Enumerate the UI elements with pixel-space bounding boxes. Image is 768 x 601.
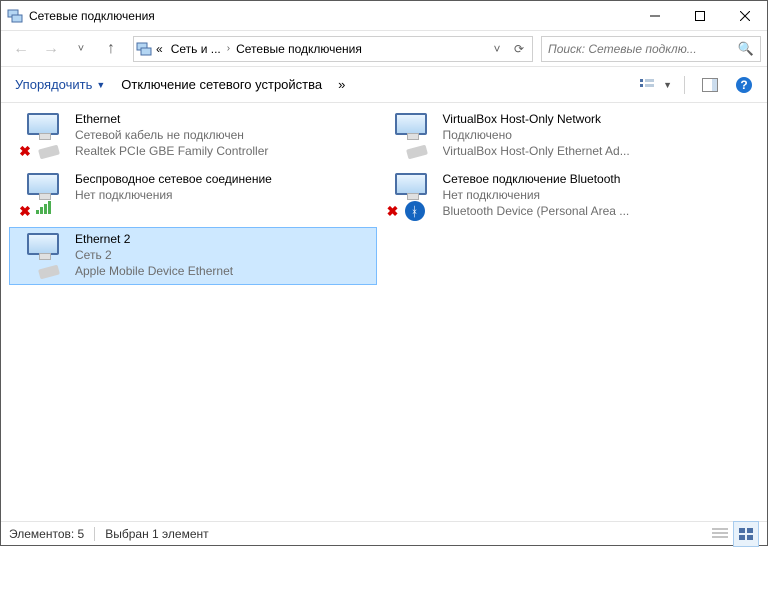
large-icons-view-button[interactable]: [733, 521, 759, 547]
connection-device: Bluetooth Device (Personal Area ...: [443, 203, 713, 219]
connection-item[interactable]: Ethernet 2Сеть 2Apple Mobile Device Ethe…: [9, 227, 377, 285]
close-button[interactable]: [722, 2, 767, 30]
network-adapter-icon: [383, 111, 441, 161]
preview-pane-button[interactable]: [697, 72, 723, 98]
organize-button[interactable]: Упорядочить ▼: [11, 75, 109, 94]
minimize-button[interactable]: [632, 2, 677, 30]
connection-name: Сетевое подключение Bluetooth: [443, 171, 739, 187]
connection-device: Apple Mobile Device Ethernet: [75, 263, 345, 279]
selection-count: Выбран 1 элемент: [105, 527, 208, 541]
status-bar: Элементов: 5 Выбран 1 элемент: [1, 521, 767, 545]
network-adapter-icon: ✖: [15, 111, 73, 161]
network-adapter-icon: ✖: [15, 171, 73, 221]
connection-item[interactable]: ᚼ✖Сетевое подключение BluetoothНет подкл…: [377, 167, 745, 225]
item-count: Элементов: 5: [9, 527, 84, 541]
connection-device: Realtek PCIe GBE Family Controller: [75, 143, 345, 159]
more-commands-button[interactable]: »: [334, 75, 349, 94]
connection-item[interactable]: VirtualBox Host-Only NetworkПодключеноVi…: [377, 107, 745, 165]
help-button[interactable]: ?: [731, 72, 757, 98]
breadcrumb-sep1[interactable]: ›: [225, 43, 232, 54]
connection-status: Сетевой кабель не подключен: [75, 127, 371, 143]
maximize-button[interactable]: [677, 2, 722, 30]
details-view-button[interactable]: [707, 521, 733, 547]
organize-label: Упорядочить: [15, 77, 92, 92]
network-adapter-icon: ᚼ✖: [383, 171, 441, 221]
address-icon: [136, 41, 152, 57]
connection-status: Нет подключения: [75, 187, 371, 203]
address-dropdown-icon[interactable]: ˅: [486, 38, 508, 60]
window-title: Сетевые подключения: [29, 9, 632, 23]
chevron-down-icon: ▼: [96, 80, 105, 90]
titlebar: Сетевые подключения: [1, 1, 767, 31]
search-box[interactable]: 🔍: [541, 36, 761, 62]
connection-list: ✖EthernetСетевой кабель не подключенReal…: [1, 103, 767, 521]
svg-text:?: ?: [740, 78, 747, 92]
connection-status: Подключено: [443, 127, 739, 143]
window: Сетевые подключения ← → ˅ ↑ « Сеть и ...…: [0, 0, 768, 546]
network-adapter-icon: [15, 231, 73, 281]
connection-device: VirtualBox Host-Only Ethernet Ad...: [443, 143, 713, 159]
refresh-button[interactable]: ⟳: [508, 38, 530, 60]
up-button[interactable]: ↑: [97, 36, 125, 62]
more-label: »: [338, 77, 345, 92]
breadcrumb-prefix: «: [152, 42, 167, 56]
back-button[interactable]: ←: [7, 36, 35, 62]
view-options-button[interactable]: [635, 72, 661, 98]
connection-name: VirtualBox Host-Only Network: [443, 111, 739, 127]
breadcrumb-part1[interactable]: Сеть и ...: [167, 42, 225, 56]
connection-status: Нет подключения: [443, 187, 739, 203]
connection-name: Ethernet: [75, 111, 371, 127]
forward-button[interactable]: →: [37, 36, 65, 62]
command-bar: Упорядочить ▼ Отключение сетевого устрой…: [1, 67, 767, 103]
connection-name: Ethernet 2: [75, 231, 371, 247]
disconnect-button[interactable]: Отключение сетевого устройства: [117, 75, 326, 94]
app-icon: [7, 8, 23, 24]
disconnect-label: Отключение сетевого устройства: [121, 77, 322, 92]
nav-row: ← → ˅ ↑ « Сеть и ... › Сетевые подключен…: [1, 31, 767, 67]
address-bar[interactable]: « Сеть и ... › Сетевые подключения ˅ ⟳: [133, 36, 533, 62]
connection-status: Сеть 2: [75, 247, 371, 263]
breadcrumb-part2[interactable]: Сетевые подключения: [232, 42, 366, 56]
search-icon[interactable]: 🔍: [738, 41, 754, 57]
recent-dropdown[interactable]: ˅: [67, 36, 95, 62]
connection-item[interactable]: ✖Беспроводное сетевое соединениеНет подк…: [9, 167, 377, 225]
search-input[interactable]: [548, 42, 734, 56]
connection-name: Беспроводное сетевое соединение: [75, 171, 371, 187]
connection-item[interactable]: ✖EthernetСетевой кабель не подключенReal…: [9, 107, 377, 165]
chevron-down-icon[interactable]: ▼: [663, 80, 672, 90]
